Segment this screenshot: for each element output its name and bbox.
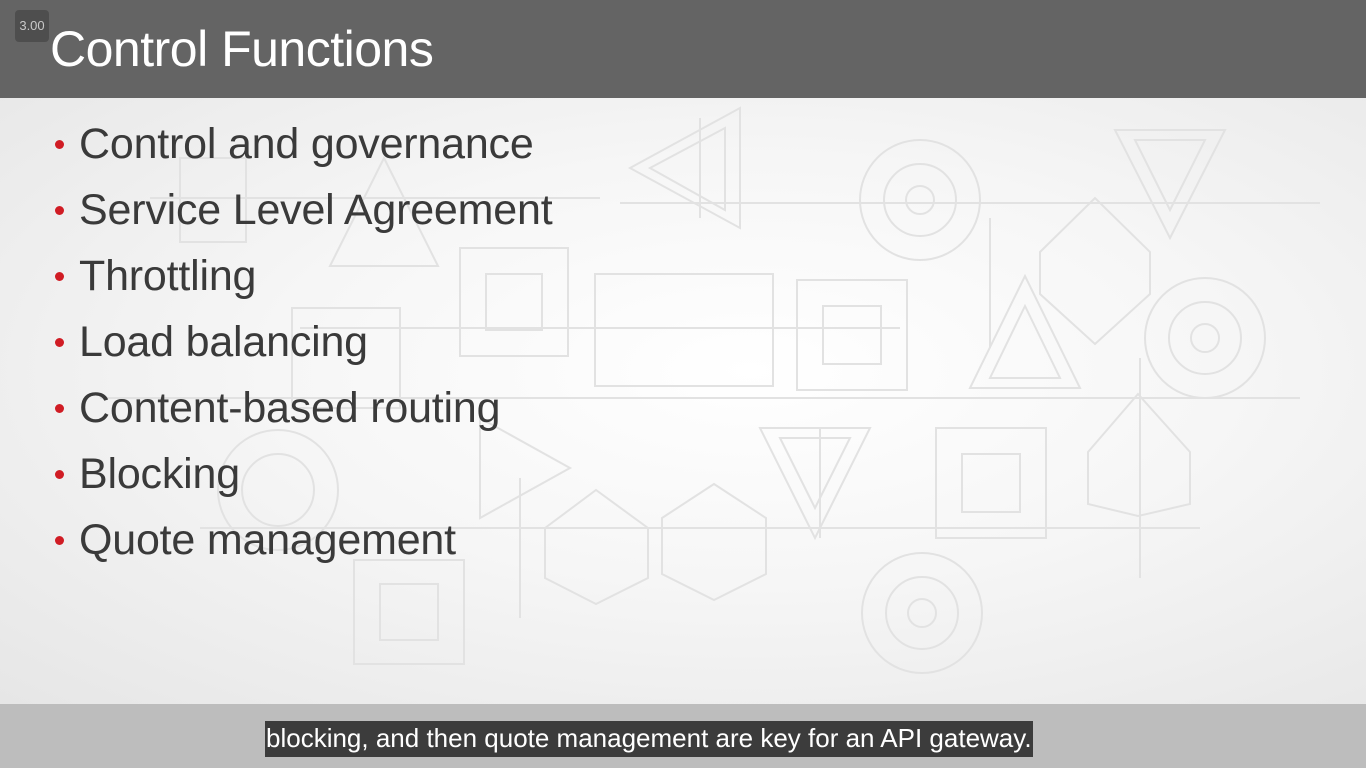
list-item: Content-based routing xyxy=(50,382,552,448)
slide-title-bar: Control Functions xyxy=(0,0,1366,98)
bullet-dot-icon xyxy=(55,536,64,545)
bullet-text: Load balancing xyxy=(79,318,368,366)
bullet-dot-icon xyxy=(55,404,64,413)
bullet-dot-icon xyxy=(55,140,64,149)
slide-title: Control Functions xyxy=(50,21,434,77)
bullet-text: Control and governance xyxy=(79,120,534,168)
list-item: Blocking xyxy=(50,448,552,514)
bullet-text: Quote management xyxy=(79,516,456,564)
list-item: Throttling xyxy=(50,250,552,316)
bullet-dot-icon xyxy=(55,338,64,347)
bullet-text: Throttling xyxy=(79,252,257,300)
list-item: Load balancing xyxy=(50,316,552,382)
subtitle-caption: blocking, and then quote management are … xyxy=(265,721,1033,757)
playback-speed-badge[interactable]: 3.00 xyxy=(15,10,49,42)
bullet-text: Service Level Agreement xyxy=(79,186,553,234)
bullet-dot-icon xyxy=(55,272,64,281)
list-item: Service Level Agreement xyxy=(50,184,553,250)
bullet-text: Blocking xyxy=(79,450,240,498)
bullet-dot-icon xyxy=(55,470,64,479)
list-item: Control and governance xyxy=(50,118,552,184)
bullet-text: Content-based routing xyxy=(79,384,501,432)
bullet-list: Control and governance Service Level Agr… xyxy=(50,118,553,580)
video-player[interactable]: Control Functions 3.00 Control and gover… xyxy=(0,0,1366,768)
bullet-dot-icon xyxy=(55,206,64,215)
list-item: Quote management xyxy=(50,514,552,580)
